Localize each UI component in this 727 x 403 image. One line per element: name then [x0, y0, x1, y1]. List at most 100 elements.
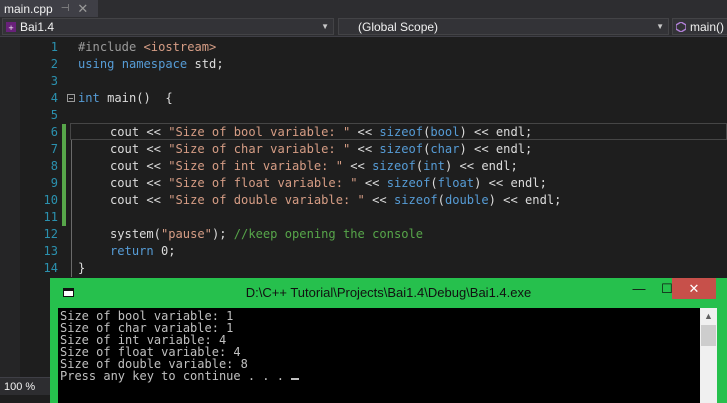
tab-main-cpp[interactable]: main.cpp ⊣ ✕ [0, 0, 98, 17]
code-line: 3 [20, 73, 727, 90]
console-title-bar[interactable]: D:\C++ Tutorial\Projects\Bai1.4\Debug\Ba… [50, 278, 727, 307]
text-cursor [291, 378, 300, 380]
minimize-button[interactable]: — [625, 278, 653, 299]
member-label: main() [690, 19, 725, 34]
line-number: 6 [50, 125, 58, 139]
comment: //keep opening the console [233, 227, 424, 241]
code-text: 0; [153, 244, 176, 258]
member-dropdown[interactable]: main() [672, 18, 727, 35]
code-text: cout << [110, 193, 169, 207]
code-text: << endl; [495, 193, 562, 207]
string-literal: "Size of double variable: " [168, 193, 365, 207]
function-call: system( [110, 227, 161, 241]
code-line: 7 cout << "Size of char variable: " << s… [20, 141, 727, 158]
string-literal: "Size of bool variable: " [168, 125, 351, 139]
string-literal: "Size of char variable: " [168, 142, 351, 156]
code-line: 10 cout << "Size of double variable: " <… [20, 192, 727, 209]
line-code: cout << "Size of char variable: " << siz… [110, 142, 533, 156]
code-line: 5 [20, 107, 727, 124]
code-line: 11 [20, 209, 727, 226]
type-keyword: char [430, 142, 460, 156]
scope-dropdown[interactable]: (Global Scope) ▼ [338, 18, 669, 35]
chevron-down-icon: ▼ [656, 22, 664, 31]
pin-icon[interactable]: ⊣ [61, 3, 70, 14]
include-file: <iostream> [143, 40, 217, 54]
line-number: 7 [50, 142, 58, 156]
keyword: int [78, 91, 100, 105]
navigation-bar: + Bai1.4 ▼ (Global Scope) ▼ main() [0, 17, 727, 37]
line-code: cout << "Size of int variable: " << size… [110, 159, 518, 173]
line-code: using namespace std; [78, 56, 224, 73]
line-code: } [78, 260, 85, 277]
change-marker [62, 141, 66, 158]
code-line: 1 #include <iostream> [20, 39, 727, 56]
code-text: << endl; [481, 176, 547, 190]
line-code: cout << "Size of double variable: " << s… [110, 193, 562, 207]
line-number: 11 [43, 210, 58, 224]
code-text: ); [211, 227, 234, 241]
change-marker [62, 175, 66, 192]
keyword: sizeof [379, 142, 424, 156]
close-icon[interactable]: ✕ [77, 2, 88, 15]
line-code: system("pause"); //keep opening the cons… [110, 226, 423, 243]
change-marker [62, 209, 66, 226]
line-code: #include <iostream> [78, 39, 216, 56]
type-keyword: int [423, 159, 445, 173]
code-text: main() { [99, 91, 173, 105]
code-text: << endl; [452, 159, 518, 173]
code-line: 2 using namespace std; [20, 56, 727, 73]
string-literal: "Size of float variable: " [168, 176, 358, 190]
zoom-level[interactable]: 100 % [0, 377, 50, 395]
line-number: 4 [50, 91, 58, 105]
change-marker [62, 158, 66, 175]
console-window[interactable]: D:\C++ Tutorial\Projects\Bai1.4\Debug\Ba… [50, 278, 727, 403]
close-button[interactable]: ✕ [672, 278, 716, 299]
scrollbar-thumb[interactable] [701, 325, 716, 346]
change-marker [62, 124, 66, 141]
line-number: 10 [43, 193, 58, 207]
code-line: 8 cout << "Size of int variable: " << si… [20, 158, 727, 175]
line-code: int main() { [78, 90, 173, 107]
project-dropdown[interactable]: + Bai1.4 ▼ [2, 18, 334, 35]
line-number: 9 [50, 176, 58, 190]
preprocessor-directive: #include [78, 40, 137, 54]
indicator-margin [0, 37, 20, 377]
line-code: cout << "Size of bool variable: " << siz… [110, 125, 533, 139]
scope-label: (Global Scope) [358, 19, 439, 34]
code-line: 6 cout << "Size of bool variable: " << s… [20, 124, 727, 141]
keyword: sizeof [372, 159, 416, 173]
code-text: std; [187, 57, 224, 71]
project-name: Bai1.4 [20, 19, 55, 34]
document-tab-bar: main.cpp ⊣ ✕ [0, 0, 727, 17]
code-text: cout << [110, 125, 169, 139]
line-number: 12 [43, 227, 58, 241]
console-prompt: Press any key to continue . . . [60, 369, 292, 383]
keyword: sizeof [379, 125, 424, 139]
code-text: } [78, 261, 86, 275]
code-text: cout << [110, 176, 169, 190]
svg-text:+: + [8, 24, 14, 32]
type-keyword: float [437, 176, 475, 190]
method-icon [676, 21, 686, 32]
string-literal: "Size of int variable: " [168, 159, 343, 173]
code-text: cout << [110, 142, 169, 156]
keyword: using [78, 57, 115, 71]
line-number: 5 [50, 108, 58, 122]
scroll-up-icon[interactable]: ▲ [700, 308, 717, 325]
code-line: 4 int main() { [20, 90, 727, 107]
code-line: 13 return 0; [20, 243, 727, 260]
keyword: return [110, 244, 154, 258]
type-keyword: double [444, 193, 489, 207]
collapse-icon[interactable] [67, 94, 75, 102]
console-output[interactable]: Size of bool variable: 1 Size of char va… [58, 308, 700, 403]
console-scrollbar[interactable]: ▲ [700, 308, 717, 403]
line-number: 8 [50, 159, 58, 173]
line-code: return 0; [110, 243, 176, 260]
line-number: 1 [50, 40, 58, 54]
line-code: cout << "Size of float variable: " << si… [110, 176, 547, 190]
code-line: 14 } [20, 260, 727, 277]
code-text: cout << [110, 159, 169, 173]
tab-label: main.cpp [4, 1, 53, 16]
chevron-down-icon: ▼ [321, 22, 329, 31]
cpp-project-icon: + [6, 21, 16, 32]
